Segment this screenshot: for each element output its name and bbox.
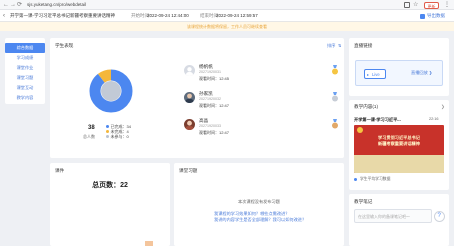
avatar — [184, 92, 195, 103]
notes-card: 教学笔记 在这里输入你的备课笔记吧～ — [349, 194, 449, 246]
emblem-icon — [357, 127, 363, 133]
course-header: ‹ 开学第一课-学习习近平总书记新疆考察重要讲话精神 开始时间： 2022-09… — [0, 10, 454, 22]
total-pages: 总页数：22 — [50, 180, 170, 190]
teaching-content-card: 教学内容(1) ❯ 开学第一课-学习习近平... 22:16 学习贯彻习近平总书… — [349, 100, 449, 190]
sidebar: 综合数据 学习成绩 课堂作业 课堂习题 课堂互动 教学内容 — [5, 38, 45, 104]
donut-center — [101, 81, 121, 101]
live-replay-panel[interactable]: ▸ Live 直播回放 ❯ — [355, 60, 443, 86]
total-pages-label: 总页数： — [92, 182, 121, 189]
play-icon: ▸ — [367, 72, 370, 77]
export-icon[interactable] — [420, 13, 425, 19]
sidebar-item-interaction[interactable]: 课堂互动 — [5, 83, 45, 93]
browser-toolbar: ← → ⟳ sjs.yuketang.cn/pro/webdetail ☆ 更新… — [0, 0, 454, 10]
list-item[interactable]: 孙家凯 20271920032 观看时间：12:47 — [181, 89, 341, 113]
total-count: 38 — [88, 125, 95, 131]
legend-item-absent: 未参与：0 — [106, 134, 131, 139]
star-icon[interactable]: ☆ — [413, 2, 418, 8]
completion-donut-chart — [89, 69, 133, 113]
exercises-card: 课堂习题 本次课程没有发布习题 我课程的学习效果如何？哪些点需改进？ 我讲的内容… — [174, 163, 344, 246]
section-title: 教学内容(1) — [354, 104, 378, 109]
live-links-card: 直播链接 ▸ Live 直播回放 ❯ — [349, 38, 449, 96]
caption-dot-icon — [354, 178, 357, 181]
student-id: 20271920031 — [199, 70, 221, 74]
notice-banner: 该课程统计数据将保留，工作人员可继续查看 — [0, 22, 454, 31]
legend-dot — [106, 135, 109, 139]
watch-time: 12:47 — [219, 103, 230, 108]
section-title: 课堂习题 — [179, 168, 198, 173]
student-performance-card: 学生表现 排序 ⇅ 38 总人数 已完成：34 未完成：4 未参与：0 杨帆帆 … — [50, 38, 344, 158]
reload-icon[interactable]: ⟳ — [17, 2, 22, 8]
list-item[interactable]: 高晶 20271920033 观看时间：12:47 — [181, 116, 341, 140]
silver-medal-icon — [332, 92, 338, 102]
progress-marker — [145, 241, 153, 246]
back-icon[interactable]: ← — [3, 2, 9, 8]
live-badge: ▸ Live — [364, 69, 386, 79]
chevron-right-icon[interactable]: ❯ — [441, 104, 445, 110]
live-label: Live — [372, 72, 380, 77]
courseware-card: 课件 总页数：22 — [50, 163, 170, 246]
legend-dot — [106, 125, 109, 129]
content-title[interactable]: 开学第一课-学习习近平... — [354, 117, 401, 123]
share-icon[interactable] — [404, 2, 410, 8]
student-id: 20271920033 — [199, 124, 221, 128]
watch-time-label: 观看时间： — [199, 130, 219, 135]
address-bar[interactable]: sjs.yuketang.cn/pro/webdetail — [27, 2, 86, 8]
thumbnail-line-2: 新疆考察重要讲话精神 — [378, 141, 420, 146]
watch-time: 12:47 — [219, 130, 230, 135]
forward-icon[interactable]: → — [10, 2, 16, 8]
export-button[interactable]: 导出数据 — [427, 10, 445, 22]
sidebar-item-content[interactable]: 教学内容 — [5, 93, 45, 103]
notes-placeholder: 在这里输入你的备课笔记吧～ — [358, 214, 410, 219]
replay-link[interactable]: 直播回放 ❯ — [411, 70, 432, 76]
bronze-medal-icon — [332, 119, 338, 129]
list-item[interactable]: 杨帆帆 20271920031 观看时间：12:45 — [181, 62, 341, 86]
back-arrow-icon[interactable]: ‹ — [3, 10, 5, 22]
end-time: 2022-09-24 12:59:57 — [216, 13, 258, 18]
question-list: 我课程的学习效果如何？哪些点需改进？ 我讲的内容学生是否全部理解？我可以如何改进… — [214, 211, 334, 223]
content-duration: 22:16 — [429, 117, 439, 121]
sort-button[interactable]: 排序 — [327, 43, 335, 49]
section-title: 课件 — [55, 168, 65, 173]
help-button[interactable]: ? — [434, 211, 445, 222]
sidebar-item-overview[interactable]: 综合数据 — [5, 43, 45, 53]
question-link[interactable]: 我讲的内容学生是否全部理解？我可以如何改进？ — [214, 217, 334, 223]
section-title: 直播链接 — [354, 43, 373, 48]
watch-time: 12:45 — [219, 76, 230, 81]
section-title: 教学笔记 — [354, 199, 373, 204]
content-caption: 学生平均学习数据 — [360, 177, 391, 181]
update-button[interactable]: 更新 — [424, 1, 439, 9]
content-thumbnail[interactable]: 学习贯彻习近平总书记 新疆考察重要讲话精神 — [354, 125, 444, 173]
sort-icon[interactable]: ⇅ — [338, 43, 341, 48]
sidebar-item-exercises[interactable]: 课堂习题 — [5, 73, 45, 83]
section-title: 学生表现 — [55, 43, 74, 48]
student-id: 20271920032 — [199, 97, 221, 101]
gold-medal-icon — [332, 65, 338, 75]
empty-state-text: 本次课程没有发布习题 — [238, 199, 280, 204]
thumbnail-caption: 学习贯彻习近平总书记 新疆考察重要讲话精神 — [354, 135, 444, 147]
sidebar-item-grades[interactable]: 学习成绩 — [5, 53, 45, 63]
total-label: 总人数 — [83, 134, 95, 139]
help-icon: ? — [437, 212, 441, 219]
legend-value: 0 — [126, 134, 129, 139]
course-title: 开学第一课-学习习近平总书记新疆考察重要讲话精神 — [10, 13, 115, 18]
legend-dot — [106, 130, 109, 134]
total-pages-value: 22 — [120, 182, 128, 189]
legend: 已完成：34 未完成：4 未参与：0 — [106, 124, 131, 139]
sidebar-item-homework[interactable]: 课堂作业 — [5, 63, 45, 73]
notes-input[interactable]: 在这里输入你的备课笔记吧～ — [354, 209, 432, 223]
browser-menu-icon[interactable]: ⋮ — [444, 2, 450, 8]
start-time: 2022-09-24 12:44:00 — [147, 13, 189, 18]
thumbnail-banner — [354, 155, 444, 173]
watch-time-label: 观看时间： — [199, 76, 219, 81]
avatar — [184, 119, 195, 130]
watch-time-label: 观看时间： — [199, 103, 219, 108]
avatar — [184, 65, 195, 76]
legend-label: 未参与 — [110, 134, 123, 139]
